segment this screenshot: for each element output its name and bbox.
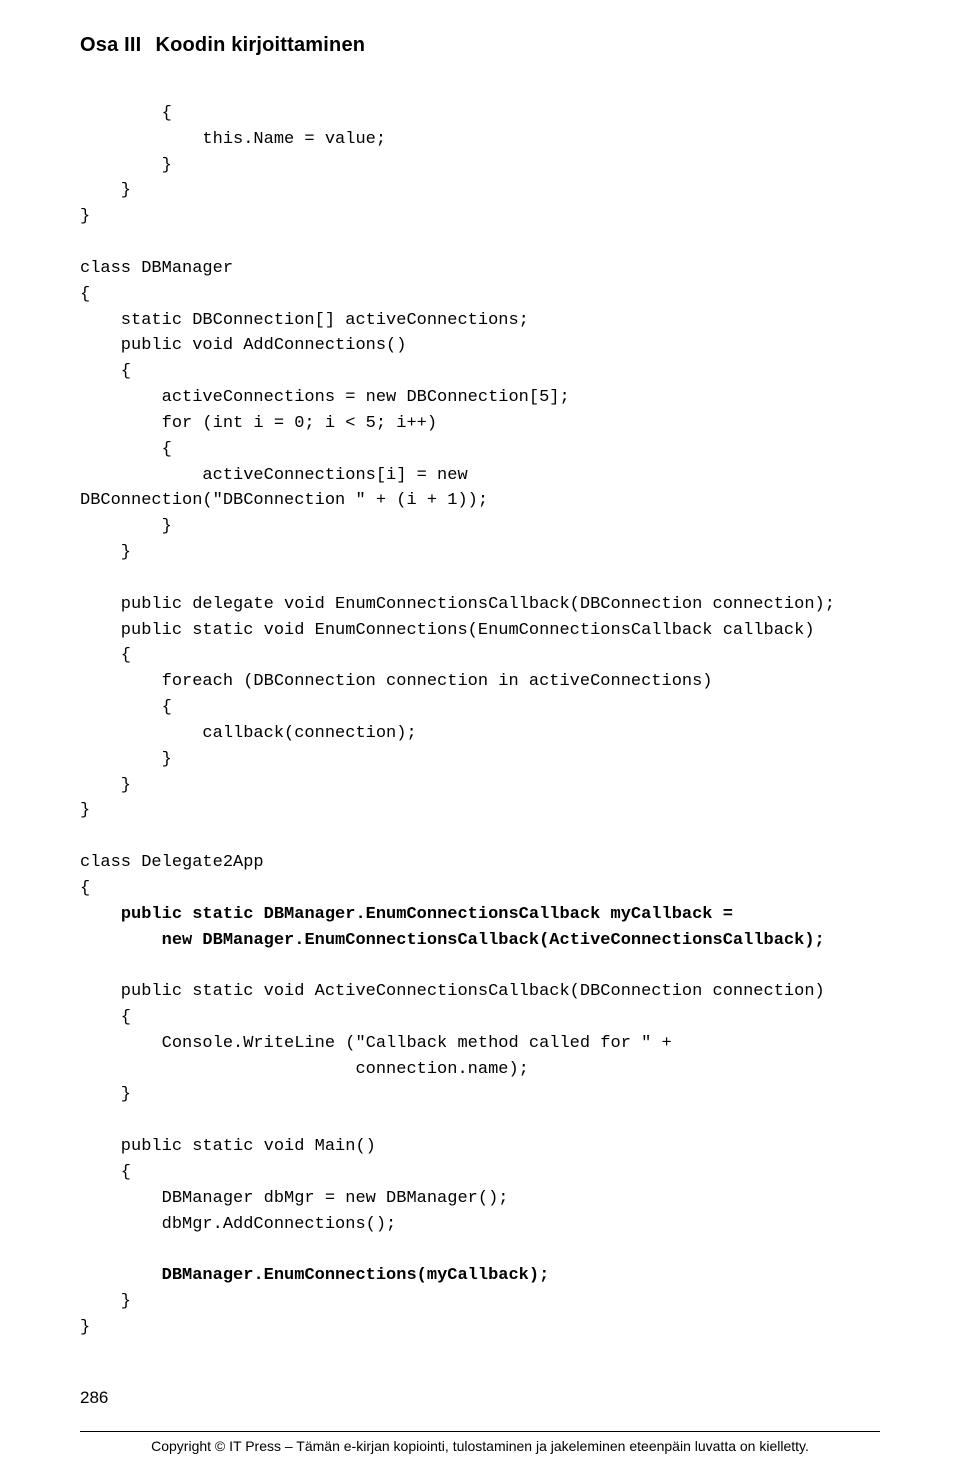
- code-line-bold: new DBManager.EnumConnectionsCallback(Ac…: [162, 931, 825, 950]
- code-line: connection.name);: [80, 1060, 529, 1079]
- code-line: }: [80, 517, 172, 536]
- code-line: [80, 1266, 162, 1285]
- page-container: Osa III Koodin kirjoittaminen { this.Name…: [0, 0, 960, 1484]
- code-line-bold: DBManager.EnumConnections(myCallback);: [162, 1266, 550, 1285]
- code-line: Console.WriteLine ("Callback method call…: [80, 1034, 672, 1053]
- code-line: {: [80, 440, 172, 459]
- code-line: }: [80, 181, 131, 200]
- code-block: { this.Name = value; } } } class DBManag…: [80, 101, 880, 1341]
- running-header: Osa III Koodin kirjoittaminen: [80, 34, 880, 57]
- footer-copyright: Copyright © IT Press – Tämän e-kirjan ko…: [80, 1431, 880, 1454]
- code-line: callback(connection);: [80, 724, 417, 743]
- code-line: this.Name = value;: [80, 130, 386, 149]
- code-line: }: [80, 1292, 131, 1311]
- code-line: {: [80, 1163, 131, 1182]
- code-line: }: [80, 207, 90, 226]
- code-line: DBManager dbMgr = new DBManager();: [80, 1189, 508, 1208]
- code-line: public delegate void EnumConnectionsCall…: [80, 595, 835, 614]
- code-line: public static void ActiveConnectionsCall…: [80, 982, 825, 1001]
- code-line: public static void EnumConnections(EnumC…: [80, 621, 815, 640]
- code-line: }: [80, 776, 131, 795]
- code-line: {: [80, 698, 172, 717]
- code-line: public static void Main(): [80, 1137, 376, 1156]
- code-line: [80, 905, 121, 924]
- code-line: }: [80, 1085, 131, 1104]
- code-line: }: [80, 543, 131, 562]
- code-line: public void AddConnections(): [80, 336, 406, 355]
- code-line: activeConnections[i] = new: [80, 466, 468, 485]
- code-line: [80, 931, 162, 950]
- code-line: foreach (DBConnection connection in acti…: [80, 672, 713, 691]
- header-part: Osa III: [80, 34, 141, 56]
- header-title: Koodin kirjoittaminen: [155, 34, 365, 56]
- code-line: {: [80, 362, 131, 381]
- code-line: class Delegate2App: [80, 853, 264, 872]
- code-line: class DBManager: [80, 259, 233, 278]
- code-line: {: [80, 104, 172, 123]
- code-line: {: [80, 1008, 131, 1027]
- code-line: }: [80, 750, 172, 769]
- code-line: for (int i = 0; i < 5; i++): [80, 414, 437, 433]
- code-line: {: [80, 285, 90, 304]
- code-line: }: [80, 1318, 90, 1337]
- code-line: DBConnection("DBConnection " + (i + 1));: [80, 491, 488, 510]
- code-line: }: [80, 156, 172, 175]
- code-line: dbMgr.AddConnections();: [80, 1215, 396, 1234]
- code-line: {: [80, 646, 131, 665]
- code-line: activeConnections = new DBConnection[5];: [80, 388, 570, 407]
- code-line: static DBConnection[] activeConnections;: [80, 311, 529, 330]
- code-line-bold: public static DBManager.EnumConnectionsC…: [121, 905, 733, 924]
- code-line: {: [80, 879, 90, 898]
- code-line: }: [80, 801, 90, 820]
- page-number: 286: [80, 1388, 108, 1408]
